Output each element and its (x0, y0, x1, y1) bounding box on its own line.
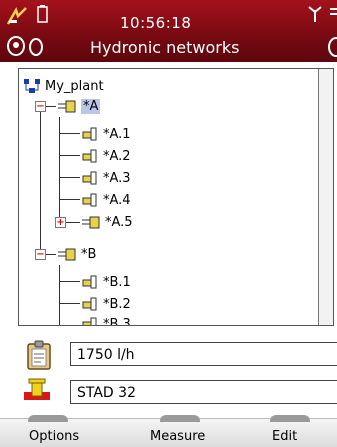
tree-item-b2[interactable]: *B.2 (81, 295, 131, 313)
sensor-icon (328, 37, 337, 57)
tree-item-a2[interactable]: *A.2 (81, 147, 131, 165)
group-icon (82, 216, 100, 229)
softkey-bar: Options Measure Edit (0, 415, 337, 447)
signal-icon (6, 6, 27, 25)
tree-item-b[interactable]: *B (57, 245, 96, 263)
edit-softkey[interactable]: Edit (272, 429, 297, 444)
collapse-toggle-a[interactable]: − (35, 101, 46, 112)
tree-scrollbar[interactable] (318, 69, 333, 325)
tree-item-a3[interactable]: *A.3 (81, 169, 131, 187)
device-icon (7, 36, 43, 56)
clock: 10:56:18 (120, 14, 192, 32)
plant-network-icon (24, 79, 40, 93)
measure-softkey[interactable]: Measure (150, 429, 205, 444)
valve-icon (82, 275, 97, 289)
network-tree[interactable]: My_plant − *A *A.1 *A.2 *A.3 *A.4 + *A.5… (18, 68, 334, 326)
tree-item-a5[interactable]: *A.5 (81, 213, 133, 231)
valve-icon (82, 317, 97, 325)
battery-icon (37, 5, 48, 23)
tree-item-a1[interactable]: *A.1 (81, 125, 131, 143)
valve-icon (82, 149, 97, 163)
flow-field[interactable]: 1750 l/h (70, 342, 337, 366)
tree-item-b1[interactable]: *B.1 (81, 273, 131, 291)
valve-icon (82, 127, 97, 141)
options-softkey[interactable]: Options (29, 429, 79, 444)
tree-item-a4[interactable]: *A.4 (81, 191, 131, 209)
screen-title: Hydronic networks (90, 38, 240, 57)
flow-row: 1750 l/h (20, 340, 337, 370)
group-icon (58, 248, 76, 261)
expand-toggle-a5[interactable]: + (55, 217, 66, 228)
clipboard-icon[interactable] (24, 340, 54, 370)
valve-icon (82, 171, 97, 185)
group-icon (58, 100, 76, 113)
valve-row: STAD 32 (20, 378, 337, 408)
valve-icon (82, 193, 97, 207)
menu-icon (330, 8, 337, 15)
tree-root[interactable]: My_plant (23, 77, 104, 95)
valve-field[interactable]: STAD 32 (70, 380, 337, 404)
collapse-toggle-b[interactable]: − (35, 249, 46, 260)
antenna-icon (308, 6, 322, 22)
valve-icon (82, 297, 97, 311)
tree-item-b3[interactable]: *B.3 (81, 315, 131, 325)
valve-icon[interactable] (20, 378, 56, 408)
status-bar: 10:56:18 Hydronic networks (0, 0, 337, 62)
tree-item-a[interactable]: *A (57, 97, 101, 115)
